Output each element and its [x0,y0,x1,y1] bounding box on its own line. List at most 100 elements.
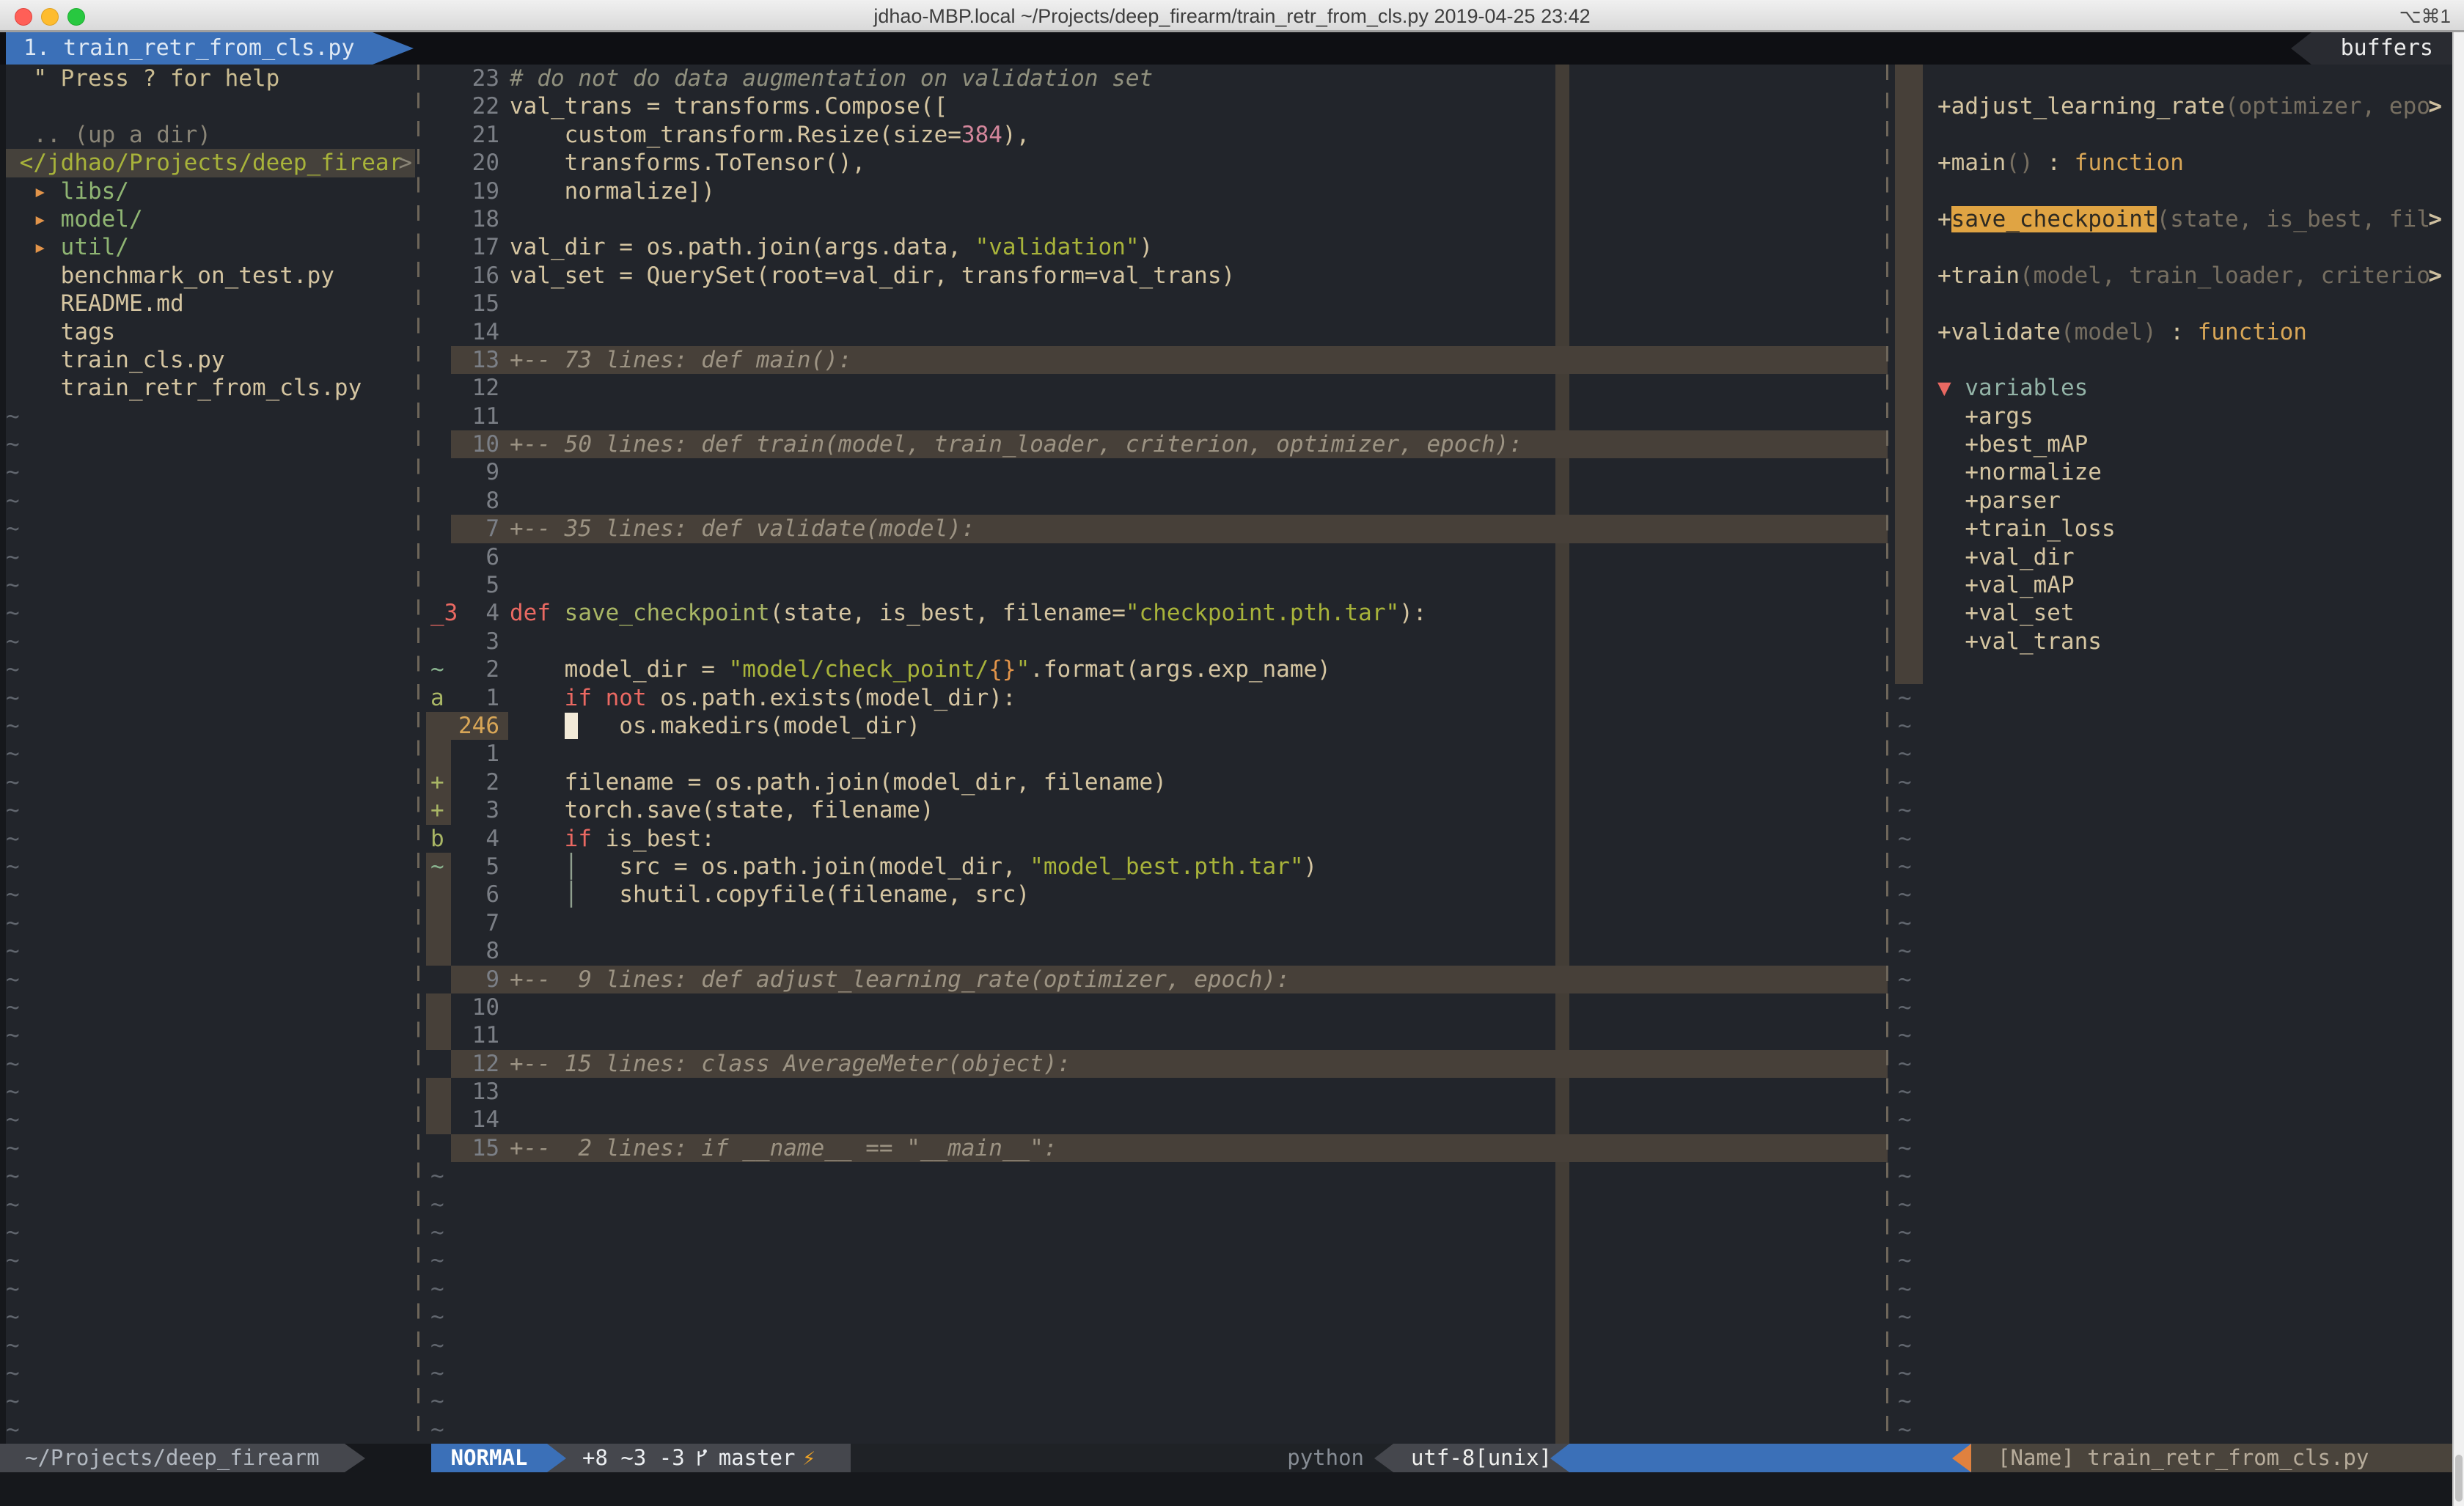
tag-item[interactable]: +normalize [1891,458,2452,486]
tag-item[interactable]: +val_mAP [1891,571,2452,599]
empty-line: ~ [6,458,415,486]
empty-line: ~ [6,825,415,853]
powerline-arrow-icon [345,1444,365,1472]
nerdtree-item[interactable]: ▸ libs/ [6,177,415,205]
code-line[interactable]: 12 [422,374,1888,402]
statusline-git-segment: +8 ~3 -3 master ⚡ [547,1444,851,1472]
sign-column-cell [426,262,451,290]
code-line[interactable]: 17val_dir = os.path.join(args.data, "val… [422,233,1888,261]
folded-line[interactable]: 12+-- 15 lines: class AverageMeter(objec… [422,1050,1888,1078]
nerdtree-item[interactable]: train_cls.py [6,346,415,374]
code-line[interactable]: 8 [422,937,1888,965]
code-line[interactable]: 246 os.makedirs(model_dir) [422,712,1888,740]
editor-pane[interactable]: 23# do not do data augmentation on valid… [422,65,1888,1444]
tag-item[interactable]: +train_loss [1891,515,2452,543]
code-line[interactable]: 16val_set = QuerySet(root=val_dir, trans… [422,262,1888,290]
code-line[interactable]: 1 [422,740,1888,768]
code-line[interactable]: 22val_trans = transforms.Compose([ [422,92,1888,120]
folded-line[interactable]: 10+-- 50 lines: def train(model, train_l… [422,430,1888,458]
code-line[interactable]: 6 [422,543,1888,571]
sign-column-cell [426,403,451,430]
nerdtree-item[interactable]: benchmark_on_test.py [6,262,415,290]
tag-item[interactable]: +parser [1891,487,2452,515]
terminal-window: jdhao-MBP.local ~/Projects/deep_firearm/… [0,0,2464,1506]
sign-column-cell [426,177,451,205]
code-line[interactable]: b4 if is_best: [422,825,1888,853]
code-line[interactable]: 14 [422,1106,1888,1134]
code-line[interactable]: 5 [422,571,1888,599]
code-line[interactable]: 3 [422,628,1888,655]
tag-item[interactable]: +val_dir [1891,543,2452,571]
terminal-left-padding [0,65,6,1444]
code-line[interactable]: 10 [422,993,1888,1021]
nerdtree-item[interactable]: ▸ util/ [6,233,415,261]
nerdtree-item[interactable]: tags [6,318,415,346]
code-line[interactable]: 9 [422,458,1888,486]
line-number [451,1303,499,1331]
sign-column-cell [426,993,451,1021]
encoding-label: utf-8[unix] [1393,1444,1569,1472]
nerdtree-item[interactable]: " Press ? for help [6,65,415,92]
code-line[interactable]: 14 [422,318,1888,346]
nerdtree-item[interactable]: train_retr_from_cls.py [6,374,415,402]
code-line[interactable]: 20 transforms.ToTensor(), [422,149,1888,177]
tagbar-pane[interactable]: +adjust_learning_rate(optimizer, epo> +ma… [1891,65,2452,1444]
sign-column-cell [426,571,451,599]
empty-line: ~ [422,1387,1888,1415]
tab-active[interactable]: 1. train_retr_from_cls.py [6,32,414,65]
tag-item[interactable]: +validate(model) : function [1891,318,2452,346]
scrollbar-thumb[interactable] [2455,1455,2463,1502]
code-line[interactable]: 11 [422,403,1888,430]
buffers-label[interactable]: buffers [2291,32,2452,65]
code-line[interactable]: 13 [422,1078,1888,1106]
tag-item[interactable]: +main() : function [1891,149,2452,177]
code-line[interactable]: ~5 │ src = os.path.join(model_dir, "mode… [422,853,1888,881]
line-number: 15 [451,1134,499,1162]
line-number [451,1191,499,1219]
tag-item[interactable]: +train(model, train_loader, criterio> [1891,262,2452,290]
code-line[interactable]: 11 [422,1021,1888,1049]
tag-item[interactable]: ▼ variables [1891,374,2452,402]
code-line[interactable]: a1 if not os.path.exists(model_dir): [422,684,1888,712]
tag-item[interactable]: +args [1891,403,2452,430]
tag-item[interactable]: +best_mAP [1891,430,2452,458]
empty-line: ~ [6,712,415,740]
folded-line[interactable]: 13+-- 73 lines: def main(): [422,346,1888,374]
empty-line: ~ [1891,1134,2452,1162]
tag-item[interactable]: +adjust_learning_rate(optimizer, epo> [1891,92,2452,120]
code-line[interactable]: 6 │ shutil.copyfile(filename, src) [422,881,1888,908]
sign-column-cell [426,65,451,92]
tag-item[interactable]: +save_checkpoint(state, is_best, fil> [1891,205,2452,233]
code-line[interactable]: 23# do not do data augmentation on valid… [422,65,1888,92]
code-line[interactable]: 19 normalize]) [422,177,1888,205]
code-line[interactable]: +3 torch.save(state, filename) [422,796,1888,824]
nerdtree-item[interactable]: .. (up a dir) [6,121,415,149]
empty-line: ~ [1891,1162,2452,1190]
nerdtree-item[interactable] [6,92,415,120]
code-line[interactable]: 21 custom_transform.Resize(size=384), [422,121,1888,149]
tag-item[interactable]: +val_set [1891,599,2452,627]
code-line[interactable]: _34def save_checkpoint(state, is_best, f… [422,599,1888,627]
code-line[interactable]: 8 [422,487,1888,515]
code-line[interactable]: ~2 model_dir = "model/check_point/{}".fo… [422,655,1888,683]
nerdtree-root-item[interactable]: </jdhao/Projects/deep_firear> [6,149,415,177]
line-number: 8 [451,937,499,965]
folded-line[interactable]: 7+-- 35 lines: def validate(model): [422,515,1888,543]
sign-column-cell [426,121,451,149]
vertical-split-separator-right[interactable] [1886,65,1888,1444]
scrollbar-track[interactable] [2452,32,2464,1506]
code-line[interactable]: 18 [422,205,1888,233]
code-line[interactable]: 7 [422,909,1888,937]
code-line[interactable]: +2 filename = os.path.join(model_dir, fi… [422,768,1888,796]
folded-line[interactable]: 15+-- 2 lines: if __name__ == "__main__"… [422,1134,1888,1162]
sign-column-cell: ~ [426,1416,451,1444]
folded-line[interactable]: 9+-- 9 lines: def adjust_learning_rate(o… [422,966,1888,993]
nerdtree-pane[interactable]: " Press ? for help .. (up a dir) </jdhao… [6,65,415,1444]
vertical-split-separator-left[interactable] [417,65,419,1444]
empty-line: ~ [422,1191,1888,1219]
command-line[interactable] [0,1472,2464,1506]
nerdtree-item[interactable]: README.md [6,290,415,317]
tag-item[interactable]: +val_trans [1891,628,2452,655]
nerdtree-item[interactable]: ▸ model/ [6,205,415,233]
code-line[interactable]: 15 [422,290,1888,317]
